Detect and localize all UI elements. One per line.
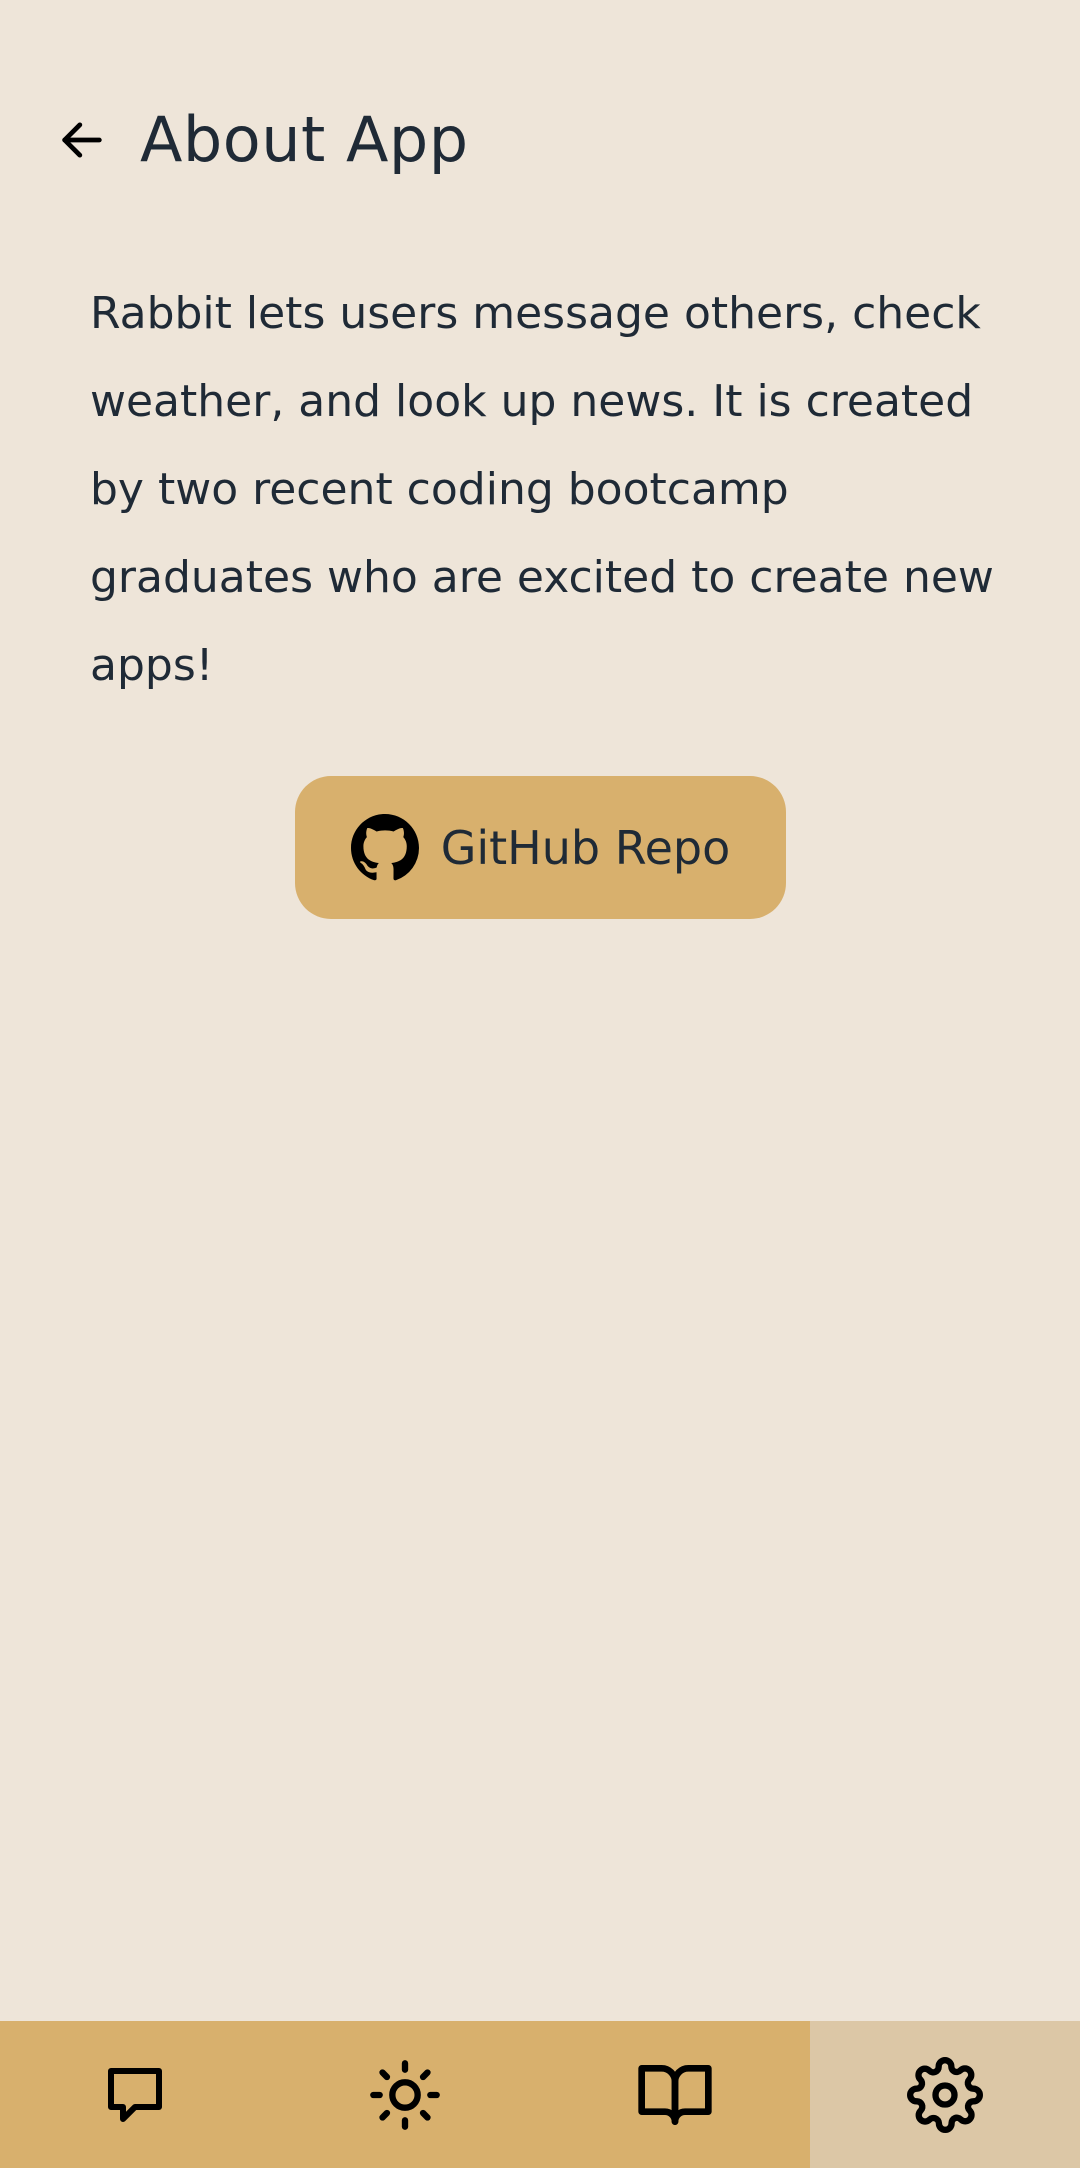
arrow-left-icon — [62, 122, 102, 158]
gear-icon — [907, 2056, 983, 2133]
message-icon — [108, 2067, 162, 2122]
github-repo-button[interactable]: GitHub Repo — [295, 776, 786, 919]
page-title: About App — [140, 103, 469, 176]
sun-icon — [370, 2059, 440, 2130]
header: About App — [0, 80, 1080, 200]
book-icon — [638, 2064, 712, 2125]
bottom-navigation — [0, 2021, 1080, 2168]
nav-item-weather[interactable] — [270, 2021, 540, 2168]
nav-item-news[interactable] — [540, 2021, 810, 2168]
github-button-label: GitHub Repo — [440, 820, 731, 875]
back-button[interactable] — [50, 108, 114, 172]
nav-item-settings[interactable] — [810, 2021, 1080, 2168]
nav-item-messages[interactable] — [0, 2021, 270, 2168]
github-icon — [350, 813, 419, 880]
app-description: Rabbit lets users message others, check … — [90, 288, 994, 691]
